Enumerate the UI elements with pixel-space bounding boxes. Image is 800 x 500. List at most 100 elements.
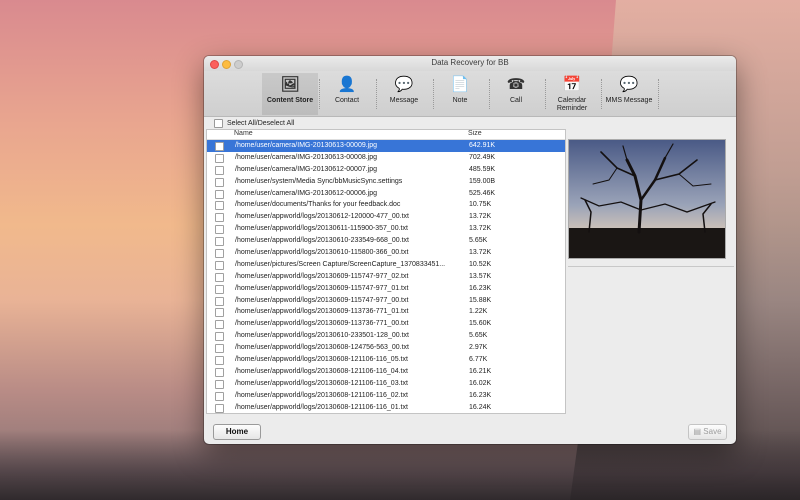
table-row[interactable]: /home/user/system/Media Sync/bbMusicSync… — [207, 176, 565, 188]
table-row[interactable]: /home/user/appworld/logs/20130609-113736… — [207, 306, 565, 318]
row-checkbox[interactable] — [215, 284, 224, 294]
file-size: 642.91K — [469, 142, 496, 149]
row-checkbox[interactable] — [215, 367, 224, 377]
column-header-size[interactable]: Size — [468, 130, 482, 137]
file-size: 15.88K — [469, 296, 492, 304]
row-checkbox[interactable] — [215, 308, 224, 318]
table-row[interactable]: /home/user/appworld/logs/20130608-121106… — [207, 378, 565, 390]
row-checkbox[interactable] — [215, 356, 224, 366]
row-checkbox[interactable] — [215, 225, 224, 235]
file-size: 16.02K — [469, 379, 492, 387]
row-checkbox[interactable] — [215, 249, 224, 259]
file-list[interactable]: Name Size /home/user/camera/IMG-20130613… — [206, 129, 566, 414]
row-checkbox[interactable] — [215, 201, 224, 211]
file-name: /home/user/camera/IMG-20130613-00009.jpg — [235, 142, 378, 149]
file-name: /home/user/appworld/logs/20130612-120000… — [235, 213, 409, 221]
table-row[interactable]: /home/user/appworld/logs/20130611-115900… — [207, 223, 565, 235]
row-checkbox[interactable] — [215, 177, 224, 187]
toolbar-button-calendar-reminder[interactable]: 📅 Calendar Reminder — [544, 73, 600, 115]
table-row[interactable]: /home/user/appworld/logs/20130609-113736… — [207, 318, 565, 330]
row-checkbox[interactable] — [215, 165, 224, 175]
row-checkbox[interactable] — [215, 153, 224, 163]
row-checkbox[interactable] — [215, 320, 224, 330]
file-size: 2.97K — [469, 344, 488, 352]
file-name: /home/user/appworld/logs/20130609-115747… — [235, 284, 409, 292]
toolbar-button-content-store[interactable]: 🖼 Content Store — [262, 73, 318, 115]
row-checkbox[interactable] — [215, 142, 224, 151]
table-row[interactable]: /home/user/camera/IMG-20130613-00008.jpg… — [207, 152, 565, 164]
column-header-name[interactable]: Name — [234, 130, 253, 137]
app-window: Data Recovery for BB 🖼 Content Store 👤 Cont… — [204, 56, 736, 444]
table-row[interactable]: /home/user/appworld/logs/20130608-121106… — [207, 354, 565, 366]
file-size: 13.72K — [469, 249, 492, 257]
mms-icon: 💬 — [619, 76, 639, 93]
table-row[interactable]: /home/user/appworld/logs/20130608-121106… — [207, 390, 565, 402]
toolbar-button-mms-message[interactable]: 💬 MMS Message — [601, 73, 657, 115]
save-button-label: Save — [703, 427, 722, 436]
row-checkbox[interactable] — [215, 272, 224, 282]
file-name: /home/user/pictures/Screen Capture/Scree… — [235, 260, 446, 268]
toolbar-button-message[interactable]: 💬 Message — [376, 73, 432, 115]
table-row[interactable]: /home/user/camera/IMG-20130613-00009.jpg… — [207, 140, 565, 152]
bottom-bar: Home ▤ Save — [204, 418, 736, 444]
file-size: 525.46K — [469, 189, 496, 197]
table-row[interactable]: /home/user/appworld/logs/20130608-121106… — [207, 402, 565, 413]
row-checkbox[interactable] — [215, 213, 224, 223]
row-checkbox[interactable] — [215, 391, 224, 401]
row-checkbox[interactable] — [215, 379, 224, 389]
file-size: 13.57K — [469, 272, 492, 280]
table-row[interactable]: /home/user/camera/IMG-20130612-00007.jpg… — [207, 164, 565, 176]
table-row[interactable]: /home/user/appworld/logs/20130609-115747… — [207, 283, 565, 295]
select-all-toggle[interactable]: Select All/Deselect All — [214, 119, 294, 128]
table-row[interactable]: /home/user/appworld/logs/20130610-233501… — [207, 330, 565, 342]
file-size: 6.77K — [469, 356, 488, 364]
toolbar-button-contact[interactable]: 👤 Contact — [319, 73, 375, 115]
table-row[interactable]: /home/user/pictures/Screen Capture/Scree… — [207, 259, 565, 271]
preview-divider — [568, 266, 734, 267]
file-name: /home/user/appworld/logs/20130610-233549… — [235, 237, 409, 245]
file-name: /home/user/system/Media Sync/bbMusicSync… — [235, 177, 403, 185]
file-size: 16.23K — [469, 391, 492, 399]
row-checkbox[interactable] — [215, 332, 224, 342]
table-row[interactable]: /home/user/appworld/logs/20130608-121106… — [207, 366, 565, 378]
calendar-icon: 📅 — [562, 76, 582, 93]
file-list-rows: /home/user/camera/IMG-20130613-00009.jpg… — [207, 140, 565, 413]
row-checkbox[interactable] — [215, 344, 224, 354]
file-name: /home/user/appworld/logs/20130608-121106… — [235, 356, 408, 364]
row-checkbox[interactable] — [215, 189, 224, 199]
file-size: 16.23K — [469, 284, 492, 292]
table-row[interactable]: /home/user/appworld/logs/20130610-115800… — [207, 247, 565, 259]
toolbar-button-label: Note — [452, 97, 468, 104]
toolbar-button-note[interactable]: 📄 Note — [432, 73, 488, 115]
file-name: /home/user/camera/IMG-20130612-00006.jpg — [235, 189, 378, 197]
row-checkbox[interactable] — [215, 403, 224, 413]
home-button[interactable]: Home — [213, 424, 261, 440]
table-row[interactable]: /home/user/appworld/logs/20130612-120000… — [207, 211, 565, 223]
message-bubble-icon: 💬 — [394, 76, 414, 93]
row-checkbox[interactable] — [215, 296, 224, 306]
file-name: /home/user/appworld/logs/20130609-115747… — [235, 296, 409, 304]
table-row[interactable]: /home/user/appworld/logs/20130609-115747… — [207, 295, 565, 307]
save-button[interactable]: ▤ Save — [688, 424, 727, 440]
table-row[interactable]: /home/user/camera/IMG-20130612-00006.jpg… — [207, 188, 565, 200]
table-row[interactable]: /home/user/documents/Thanks for your fee… — [207, 199, 565, 211]
file-name: /home/user/appworld/logs/20130610-233501… — [235, 332, 409, 340]
window-title: Data Recovery for BB — [431, 58, 509, 67]
table-row[interactable]: /home/user/appworld/logs/20130610-233549… — [207, 235, 565, 247]
file-name: /home/user/documents/Thanks for your fee… — [235, 201, 401, 209]
file-name: /home/user/appworld/logs/20130609-113736… — [235, 320, 409, 328]
toolbar-button-call[interactable]: ☎ Call — [488, 73, 544, 115]
toolbar-button-label: Calendar Reminder — [556, 97, 588, 112]
file-name: /home/user/camera/IMG-20130613-00008.jpg — [235, 153, 378, 161]
toolbar-button-label: Contact — [334, 97, 360, 104]
file-size: 702.49K — [469, 153, 496, 161]
table-row[interactable]: /home/user/appworld/logs/20130609-115747… — [207, 271, 565, 283]
file-size: 5.65K — [469, 332, 488, 340]
title-bar[interactable]: Data Recovery for BB — [204, 56, 736, 71]
select-all-checkbox[interactable] — [214, 119, 223, 128]
row-checkbox[interactable] — [215, 260, 224, 270]
file-list-header: Name Size — [207, 130, 565, 140]
row-checkbox[interactable] — [215, 237, 224, 247]
table-row[interactable]: /home/user/appworld/logs/20130608-124756… — [207, 342, 565, 354]
file-name: /home/user/appworld/logs/20130608-124756… — [235, 344, 409, 352]
